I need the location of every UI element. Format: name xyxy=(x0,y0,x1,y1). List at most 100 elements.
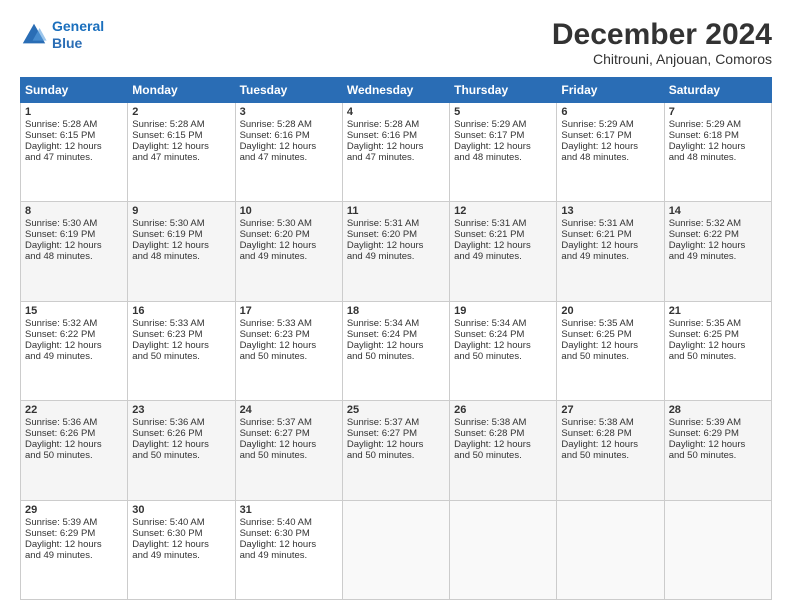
day-number: 27 xyxy=(561,404,659,416)
table-row: 15 Sunrise: 5:32 AM Sunset: 6:22 PM Dayl… xyxy=(21,301,128,400)
table-row: 6 Sunrise: 5:29 AM Sunset: 6:17 PM Dayli… xyxy=(557,103,664,202)
sunset-label: Sunset: 6:20 PM xyxy=(240,229,310,240)
sunrise-label: Sunrise: 5:31 AM xyxy=(561,218,633,229)
daylight-minutes: and 49 minutes. xyxy=(25,351,93,362)
sunrise-label: Sunrise: 5:39 AM xyxy=(25,517,97,528)
table-row: 24 Sunrise: 5:37 AM Sunset: 6:27 PM Dayl… xyxy=(235,401,342,500)
logo: General Blue xyxy=(20,18,104,52)
sunrise-label: Sunrise: 5:28 AM xyxy=(347,119,419,130)
table-row: 17 Sunrise: 5:33 AM Sunset: 6:23 PM Dayl… xyxy=(235,301,342,400)
page: General Blue December 2024 Chitrouni, An… xyxy=(0,0,792,612)
table-row: 10 Sunrise: 5:30 AM Sunset: 6:20 PM Dayl… xyxy=(235,202,342,301)
calendar-week-row: 29 Sunrise: 5:39 AM Sunset: 6:29 PM Dayl… xyxy=(21,500,772,599)
sunset-label: Sunset: 6:30 PM xyxy=(240,528,310,539)
daylight-label: Daylight: 12 hours xyxy=(25,240,102,251)
daylight-minutes: and 47 minutes. xyxy=(25,152,93,163)
col-friday: Friday xyxy=(557,78,664,103)
table-row xyxy=(342,500,449,599)
sunrise-label: Sunrise: 5:28 AM xyxy=(132,119,204,130)
calendar-week-row: 8 Sunrise: 5:30 AM Sunset: 6:19 PM Dayli… xyxy=(21,202,772,301)
daylight-label: Daylight: 12 hours xyxy=(669,141,746,152)
logo-text: General Blue xyxy=(52,18,104,52)
table-row xyxy=(557,500,664,599)
daylight-label: Daylight: 12 hours xyxy=(240,240,317,251)
day-number: 21 xyxy=(669,305,767,317)
daylight-label: Daylight: 12 hours xyxy=(240,141,317,152)
daylight-label: Daylight: 12 hours xyxy=(669,439,746,450)
daylight-minutes: and 50 minutes. xyxy=(132,351,200,362)
table-row: 13 Sunrise: 5:31 AM Sunset: 6:21 PM Dayl… xyxy=(557,202,664,301)
daylight-label: Daylight: 12 hours xyxy=(669,340,746,351)
sunset-label: Sunset: 6:24 PM xyxy=(347,329,417,340)
daylight-label: Daylight: 12 hours xyxy=(240,340,317,351)
table-row: 4 Sunrise: 5:28 AM Sunset: 6:16 PM Dayli… xyxy=(342,103,449,202)
daylight-minutes: and 50 minutes. xyxy=(347,450,415,461)
table-row: 27 Sunrise: 5:38 AM Sunset: 6:28 PM Dayl… xyxy=(557,401,664,500)
day-number: 8 xyxy=(25,205,123,217)
daylight-minutes: and 49 minutes. xyxy=(240,550,308,561)
table-row: 9 Sunrise: 5:30 AM Sunset: 6:19 PM Dayli… xyxy=(128,202,235,301)
day-number: 23 xyxy=(132,404,230,416)
daylight-minutes: and 50 minutes. xyxy=(347,351,415,362)
daylight-label: Daylight: 12 hours xyxy=(347,141,424,152)
sunrise-label: Sunrise: 5:37 AM xyxy=(240,417,312,428)
calendar-week-row: 1 Sunrise: 5:28 AM Sunset: 6:15 PM Dayli… xyxy=(21,103,772,202)
sunset-label: Sunset: 6:26 PM xyxy=(132,428,202,439)
daylight-minutes: and 49 minutes. xyxy=(25,550,93,561)
daylight-label: Daylight: 12 hours xyxy=(454,240,531,251)
sunset-label: Sunset: 6:19 PM xyxy=(132,229,202,240)
table-row: 11 Sunrise: 5:31 AM Sunset: 6:20 PM Dayl… xyxy=(342,202,449,301)
table-row: 26 Sunrise: 5:38 AM Sunset: 6:28 PM Dayl… xyxy=(450,401,557,500)
col-tuesday: Tuesday xyxy=(235,78,342,103)
daylight-label: Daylight: 12 hours xyxy=(25,439,102,450)
sunrise-label: Sunrise: 5:31 AM xyxy=(347,218,419,229)
daylight-minutes: and 50 minutes. xyxy=(669,450,737,461)
daylight-label: Daylight: 12 hours xyxy=(25,141,102,152)
daylight-minutes: and 50 minutes. xyxy=(669,351,737,362)
sunset-label: Sunset: 6:30 PM xyxy=(132,528,202,539)
day-number: 18 xyxy=(347,305,445,317)
daylight-label: Daylight: 12 hours xyxy=(347,439,424,450)
daylight-minutes: and 50 minutes. xyxy=(561,450,629,461)
daylight-label: Daylight: 12 hours xyxy=(25,340,102,351)
daylight-minutes: and 49 minutes. xyxy=(669,251,737,262)
sunset-label: Sunset: 6:25 PM xyxy=(561,329,631,340)
sunset-label: Sunset: 6:29 PM xyxy=(669,428,739,439)
daylight-minutes: and 49 minutes. xyxy=(240,251,308,262)
sunset-label: Sunset: 6:27 PM xyxy=(240,428,310,439)
daylight-label: Daylight: 12 hours xyxy=(561,240,638,251)
table-row: 8 Sunrise: 5:30 AM Sunset: 6:19 PM Dayli… xyxy=(21,202,128,301)
sunrise-label: Sunrise: 5:30 AM xyxy=(240,218,312,229)
daylight-minutes: and 47 minutes. xyxy=(132,152,200,163)
sunrise-label: Sunrise: 5:31 AM xyxy=(454,218,526,229)
day-number: 15 xyxy=(25,305,123,317)
day-number: 11 xyxy=(347,205,445,217)
table-row: 21 Sunrise: 5:35 AM Sunset: 6:25 PM Dayl… xyxy=(664,301,771,400)
day-number: 9 xyxy=(132,205,230,217)
table-row: 5 Sunrise: 5:29 AM Sunset: 6:17 PM Dayli… xyxy=(450,103,557,202)
daylight-minutes: and 50 minutes. xyxy=(240,351,308,362)
day-number: 20 xyxy=(561,305,659,317)
table-row: 30 Sunrise: 5:40 AM Sunset: 6:30 PM Dayl… xyxy=(128,500,235,599)
sunrise-label: Sunrise: 5:39 AM xyxy=(669,417,741,428)
day-number: 7 xyxy=(669,106,767,118)
sunrise-label: Sunrise: 5:40 AM xyxy=(240,517,312,528)
day-number: 22 xyxy=(25,404,123,416)
table-row: 23 Sunrise: 5:36 AM Sunset: 6:26 PM Dayl… xyxy=(128,401,235,500)
daylight-minutes: and 48 minutes. xyxy=(669,152,737,163)
day-number: 14 xyxy=(669,205,767,217)
page-title: December 2024 xyxy=(552,18,772,51)
daylight-label: Daylight: 12 hours xyxy=(132,240,209,251)
day-number: 4 xyxy=(347,106,445,118)
day-number: 6 xyxy=(561,106,659,118)
calendar-week-row: 22 Sunrise: 5:36 AM Sunset: 6:26 PM Dayl… xyxy=(21,401,772,500)
daylight-minutes: and 49 minutes. xyxy=(561,251,629,262)
sunrise-label: Sunrise: 5:30 AM xyxy=(132,218,204,229)
sunset-label: Sunset: 6:24 PM xyxy=(454,329,524,340)
sunset-label: Sunset: 6:28 PM xyxy=(454,428,524,439)
day-number: 24 xyxy=(240,404,338,416)
title-block: December 2024 Chitrouni, Anjouan, Comoro… xyxy=(552,18,772,67)
daylight-minutes: and 50 minutes. xyxy=(25,450,93,461)
sunset-label: Sunset: 6:16 PM xyxy=(347,130,417,141)
daylight-label: Daylight: 12 hours xyxy=(454,439,531,450)
